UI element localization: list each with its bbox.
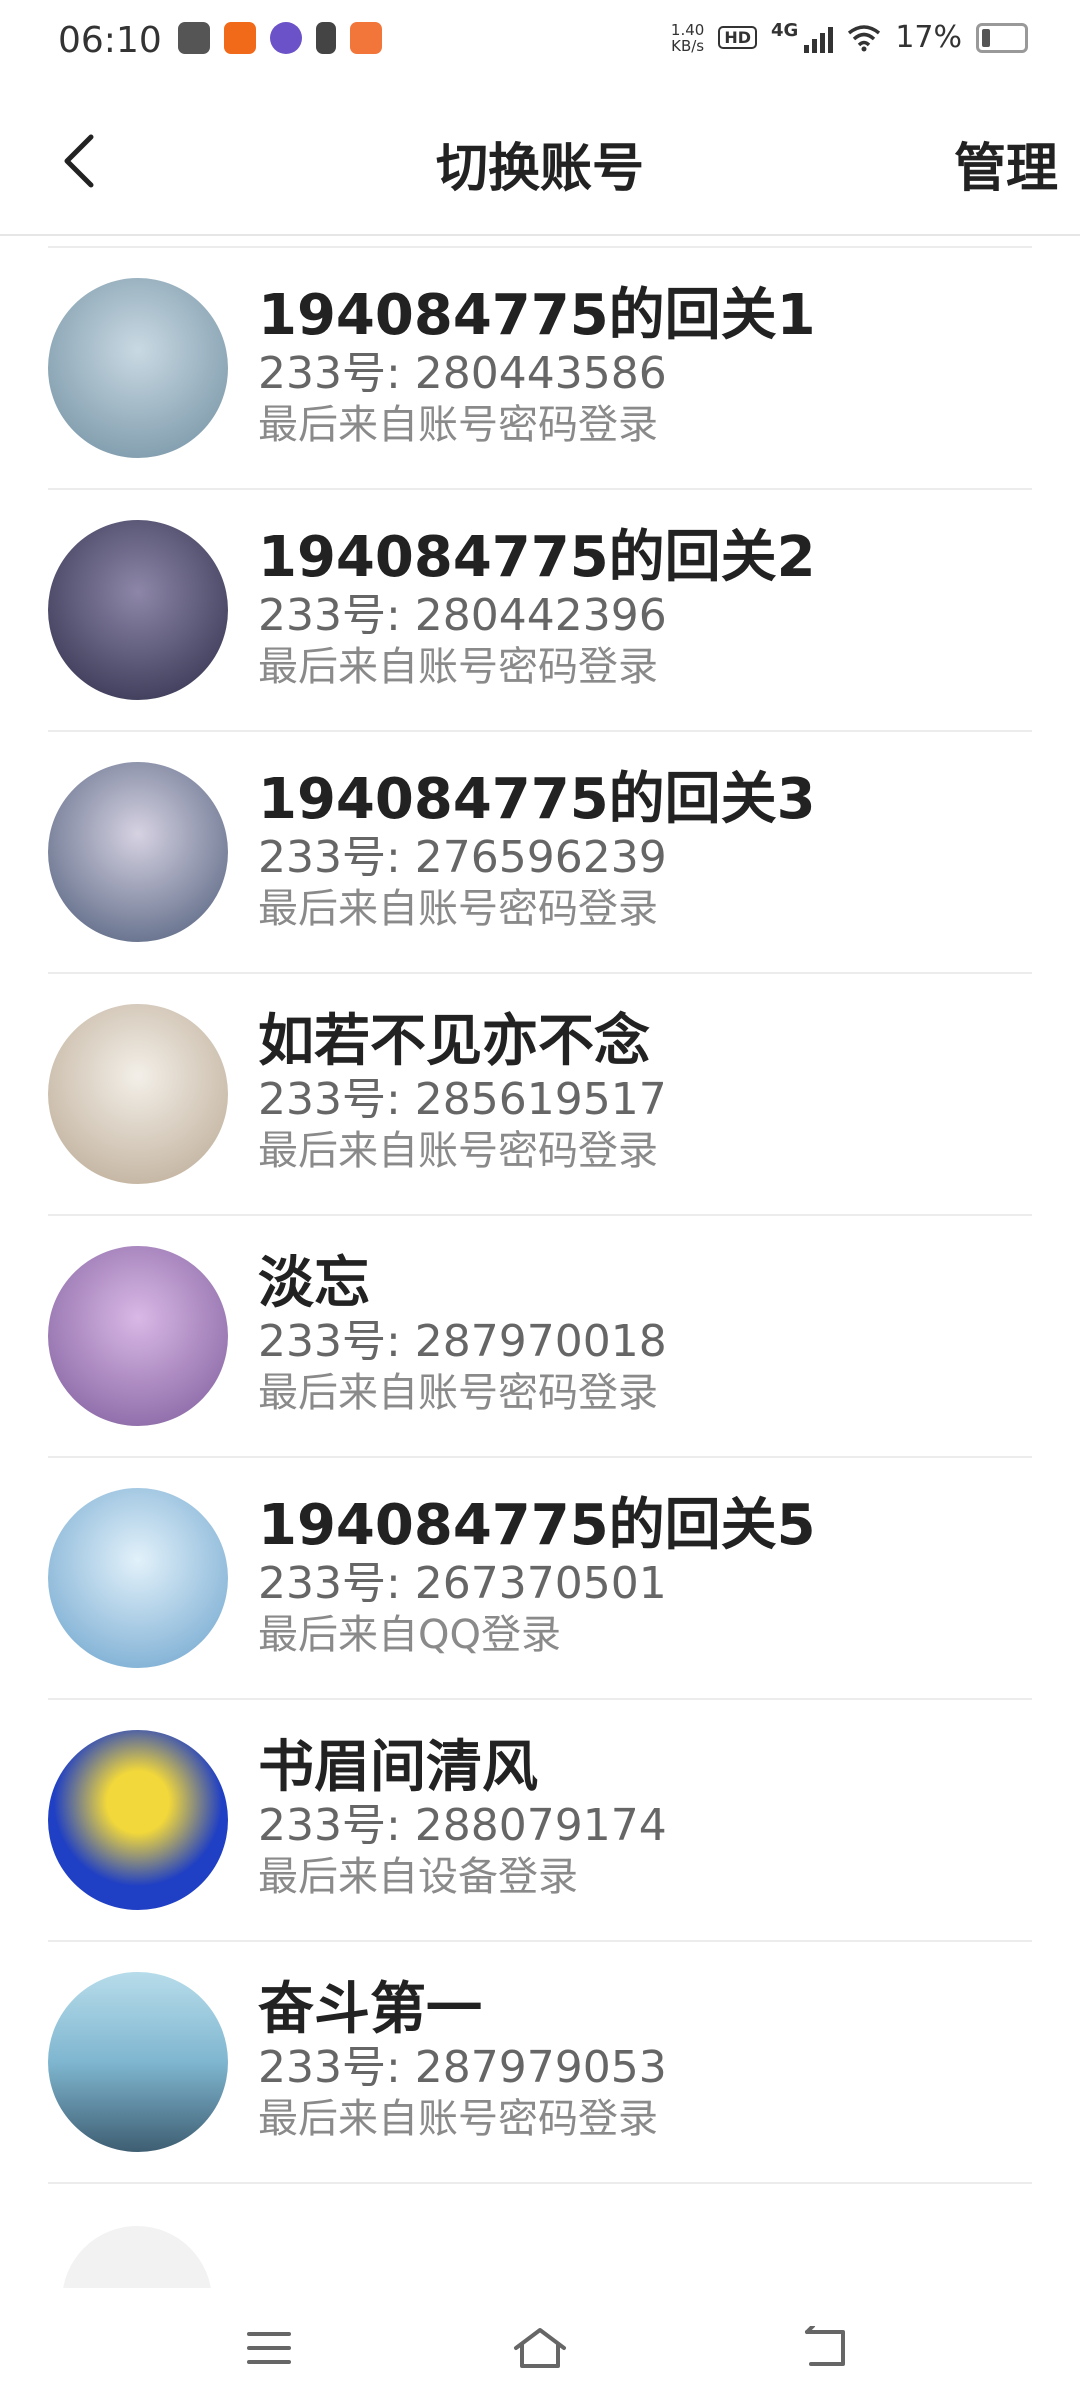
- system-nav-bar: [0, 2288, 1080, 2408]
- avatar: [48, 1972, 228, 2152]
- network-type: 4G: [771, 20, 799, 41]
- avatar: [48, 1488, 228, 1668]
- account-id: 233号: 267370501: [258, 1558, 667, 1609]
- battery-percent: 17%: [895, 20, 962, 55]
- account-id: 233号: 285619517: [258, 1074, 667, 1125]
- account-name: 194084775的回关3: [258, 767, 816, 832]
- hd-icon: HD: [718, 26, 757, 49]
- signal-icon: [804, 23, 834, 53]
- return-icon: [805, 2326, 845, 2366]
- net-speed-value: 1.40: [670, 20, 705, 39]
- menu-button[interactable]: [234, 2318, 304, 2378]
- account-row[interactable]: 194084775的回关5 233号: 267370501 最后来自QQ登录: [48, 1458, 1032, 1700]
- avatar: [48, 762, 228, 942]
- app-notification-icon: [224, 22, 256, 54]
- home-icon: [514, 2328, 566, 2368]
- notification-icons: [178, 22, 382, 54]
- account-name: 书眉间清风: [258, 1735, 538, 1800]
- account-name: 194084775的回关2: [258, 525, 816, 590]
- battery-icon: [976, 22, 1028, 53]
- account-row[interactable]: 如若不见亦不念 233号: 285619517 最后来自账号密码登录: [48, 974, 1032, 1216]
- menu-icon: [247, 2332, 291, 2364]
- login-source: 最后来自账号密码登录: [258, 886, 658, 932]
- account-row[interactable]: 淡忘 233号: 287970018 最后来自账号密码登录: [48, 1216, 1032, 1458]
- account-id: 233号: 288079174: [258, 1800, 667, 1851]
- login-source: 最后来自账号密码登录: [258, 402, 658, 448]
- account-list: 194084775的回关1 233号: 280443586 最后来自账号密码登录…: [48, 246, 1032, 2184]
- account-row[interactable]: 书眉间清风 233号: 288079174 最后来自设备登录: [48, 1700, 1032, 1942]
- account-name: 194084775的回关1: [258, 283, 816, 348]
- login-source: 最后来自QQ登录: [258, 1612, 561, 1658]
- app-notification-icon: [316, 22, 336, 54]
- account-row[interactable]: 194084775的回关2 233号: 280442396 最后来自账号密码登录: [48, 490, 1032, 732]
- account-name: 194084775的回关5: [258, 1493, 816, 1558]
- account-id: 233号: 280443586: [258, 348, 667, 399]
- account-id: 233号: 287970018: [258, 1316, 667, 1367]
- wifi-icon: [848, 24, 881, 51]
- login-source: 最后来自账号密码登录: [258, 2096, 658, 2142]
- login-source: 最后来自账号密码登录: [258, 644, 658, 690]
- net-speed-unit: KB/s: [671, 36, 705, 55]
- status-bar: 06:10 1.40 KB/s HD 4G 17%: [0, 0, 1080, 86]
- app-notification-icon: [270, 22, 302, 54]
- login-source: 最后来自账号密码登录: [258, 1128, 658, 1174]
- page-title: 切换账号: [435, 139, 644, 199]
- home-button[interactable]: [505, 2318, 575, 2378]
- account-row[interactable]: 194084775的回关3 233号: 276596239 最后来自账号密码登录: [48, 732, 1032, 974]
- account-row[interactable]: 奋斗第一 233号: 287979053 最后来自账号密码登录: [48, 1942, 1032, 2184]
- app-notification-icon: [178, 22, 210, 54]
- account-id: 233号: 276596239: [258, 832, 667, 883]
- account-name: 淡忘: [258, 1251, 370, 1316]
- status-right: 1.40 KB/s HD 4G 17%: [671, 20, 1028, 55]
- app-header: 切换账号 管理: [0, 86, 1080, 236]
- app-notification-icon: [350, 22, 382, 54]
- avatar: [48, 520, 228, 700]
- avatar: [48, 1246, 228, 1426]
- avatar: [48, 1730, 228, 1910]
- avatar: [48, 1004, 228, 1184]
- manage-button[interactable]: 管理: [954, 126, 1058, 201]
- account-id: 233号: 280442396: [258, 590, 667, 641]
- account-row[interactable]: 194084775的回关1 233号: 280443586 最后来自账号密码登录: [48, 248, 1032, 490]
- account-id: 233号: 287979053: [258, 2042, 667, 2093]
- account-name: 奋斗第一: [258, 1977, 482, 2042]
- back-nav-button[interactable]: [790, 2318, 860, 2378]
- account-name: 如若不见亦不念: [258, 1009, 650, 1074]
- avatar: [48, 278, 228, 458]
- net-speed: 1.40 KB/s: [671, 22, 704, 54]
- status-time: 06:10: [58, 20, 162, 61]
- login-source: 最后来自账号密码登录: [258, 1370, 658, 1416]
- login-source: 最后来自设备登录: [258, 1854, 578, 1900]
